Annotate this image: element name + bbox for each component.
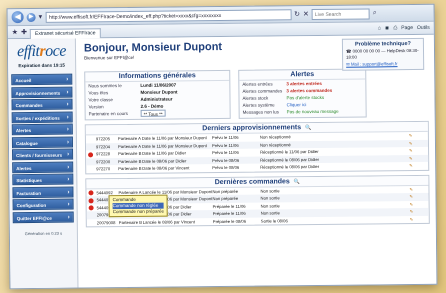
table-cell: Prévu le 08/06 (212, 164, 240, 171)
sidebar-item[interactable]: Quitter EFFI@ce (12, 211, 74, 223)
table-cell: Partenaire B (118, 165, 142, 172)
info-row-label: Partenaire en cours (88, 110, 128, 117)
sidebar-item[interactable]: Sorties / expéditions (11, 111, 73, 123)
support-phone: ☎ 0000 00 00 00 — HelpDesk 08:30-18:00 (345, 47, 419, 60)
feeds-icon[interactable]: ◉ (385, 25, 389, 31)
page-content: effitroce Expiration dans 19:15 AccueilA… (7, 34, 437, 289)
sidebar-item[interactable]: Commandes (11, 98, 73, 111)
warning-icon (88, 190, 94, 196)
edit-icon[interactable]: ✎ (410, 208, 426, 216)
status-tooltip: Commande Commande non réglée Commande no… (108, 194, 169, 217)
alerts-panel: Alertes Alertes entrées 3 alertes entrées… (238, 68, 367, 119)
edit-icon[interactable]: ✎ (409, 162, 425, 170)
search-input[interactable]: Live Search (311, 7, 370, 20)
general-info-panel: Informations générales Nous sommes le Lun… (84, 69, 231, 121)
sidebar-item[interactable]: Statistiques (12, 173, 74, 186)
search-icon[interactable]: ⌕ (373, 9, 377, 17)
favorites-star-icon[interactable]: ★ (12, 28, 18, 36)
session-expiration: Expiration dans 19:15 (18, 62, 65, 69)
logo: effitroce (16, 42, 66, 61)
table-cell: Sortie le 08/06 (260, 217, 288, 224)
tooltip-line-highlight: Commande non réglée (112, 202, 164, 209)
sidebar-menu: AccueilApprovisionnementsCommandesSortie… (8, 73, 77, 223)
sidebar: effitroce Expiration dans 19:15 AccueilA… (7, 38, 79, 289)
support-title: Problème technique? (354, 41, 411, 48)
edit-icon[interactable]: ✎ (410, 215, 426, 223)
sidebar-item[interactable]: Alertes (12, 161, 74, 173)
main-area: Bonjour, Monsieur Dupont Bienvenue sur E… (76, 35, 437, 288)
refresh-icon[interactable]: ↻ (294, 10, 300, 18)
table-cell: Réceptionné le 08/06 par Didier (260, 163, 320, 170)
tab-extranet[interactable]: Extranet sécurisé EFFIrace (29, 27, 101, 39)
stop-icon[interactable]: ✕ (303, 10, 309, 18)
orders-section: Dernières commandes 🔍 5444092 Partenaire A… (85, 174, 430, 228)
sidebar-item[interactable]: Approvisionnements (11, 86, 73, 98)
table-cell: 972270 (96, 166, 111, 172)
supplies-title: Derniers approvisionnements (202, 124, 302, 133)
alert-row: Messages non lus Pas de nouveau message (240, 107, 366, 115)
browser-window: ◀ ▶ ▾ http://www.effisoft.fr/EFFIrace-De… (6, 3, 438, 290)
table-cell: Date le 08/06 par Vincent (142, 165, 190, 171)
edit-icon[interactable]: ✎ (409, 193, 425, 201)
magnifier-icon[interactable]: 🔍 (294, 179, 300, 185)
add-favorite-icon[interactable]: ✚ (21, 28, 27, 36)
alert-row-label: Messages non lus (242, 109, 279, 115)
table-cell: 20079008 (96, 219, 116, 225)
forward-icon[interactable]: ▶ (26, 12, 36, 22)
home-icon[interactable]: ⌂ (378, 25, 381, 31)
generation-time: Génération en 0.23 s (24, 230, 63, 236)
tools-menu[interactable]: Outils (417, 25, 430, 31)
history-dropdown-icon[interactable]: ▾ (39, 13, 43, 21)
sidebar-item[interactable]: Configuration (12, 198, 74, 211)
sidebar-item[interactable]: Alertes (11, 123, 73, 136)
info-row: Partenaire en cours ** Tous ** (86, 109, 230, 118)
partner-select[interactable]: ** Tous ** (140, 109, 166, 117)
alert-row-value[interactable]: Pas de nouveau message (287, 108, 339, 116)
edit-icon[interactable]: ✎ (410, 200, 426, 208)
print-icon[interactable]: ⎙ (393, 25, 397, 31)
sidebar-item[interactable]: Accueil (11, 73, 73, 86)
edit-icon[interactable]: ✎ (409, 185, 425, 193)
sidebar-item[interactable]: Facturation (12, 186, 74, 198)
sidebar-item[interactable]: Catalogue (11, 136, 73, 148)
address-bar[interactable]: http://www.effisoft.fr/EFFIrace-Demo/ind… (45, 8, 292, 23)
table-cell: Partenaire B (118, 219, 143, 225)
tooltip-line: Commande non préparée (112, 208, 164, 214)
supplies-section: Derniers approvisionnements 🔍 972205 Parte… (84, 120, 430, 174)
sidebar-item[interactable]: Clients / fournisseurs (12, 148, 74, 161)
warning-icon (88, 205, 94, 211)
warning-icon (88, 197, 94, 203)
warning-icon (88, 151, 94, 157)
back-icon[interactable]: ◀ (11, 11, 24, 24)
page-menu[interactable]: Page (401, 25, 413, 31)
table-cell: Préparée le 08/06 (212, 218, 247, 224)
browser-tools: ⌂ ◉ ⎙ Page Outils (378, 25, 430, 32)
support-box: Problème technique? ☎ 0000 00 00 00 — He… (341, 37, 425, 71)
orders-title: Dernières commandes (214, 177, 290, 186)
support-mail-link[interactable]: ✉ Mail : support@effisoft.fr (346, 61, 420, 68)
table-cell: Lancée le 08/06 par Vincent (142, 218, 195, 225)
magnifier-icon[interactable]: 🔍 (305, 125, 311, 131)
